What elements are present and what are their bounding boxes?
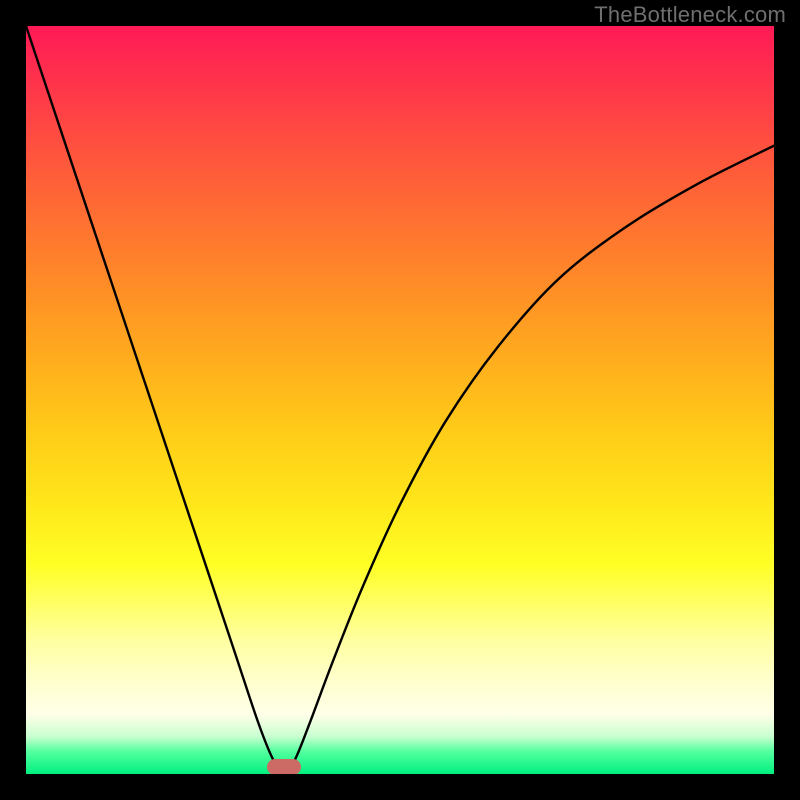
plot-area (26, 26, 774, 774)
optimal-marker (267, 759, 301, 774)
chart-frame: TheBottleneck.com (0, 0, 800, 800)
watermark-text: TheBottleneck.com (594, 2, 786, 28)
bottleneck-curve (26, 26, 774, 774)
